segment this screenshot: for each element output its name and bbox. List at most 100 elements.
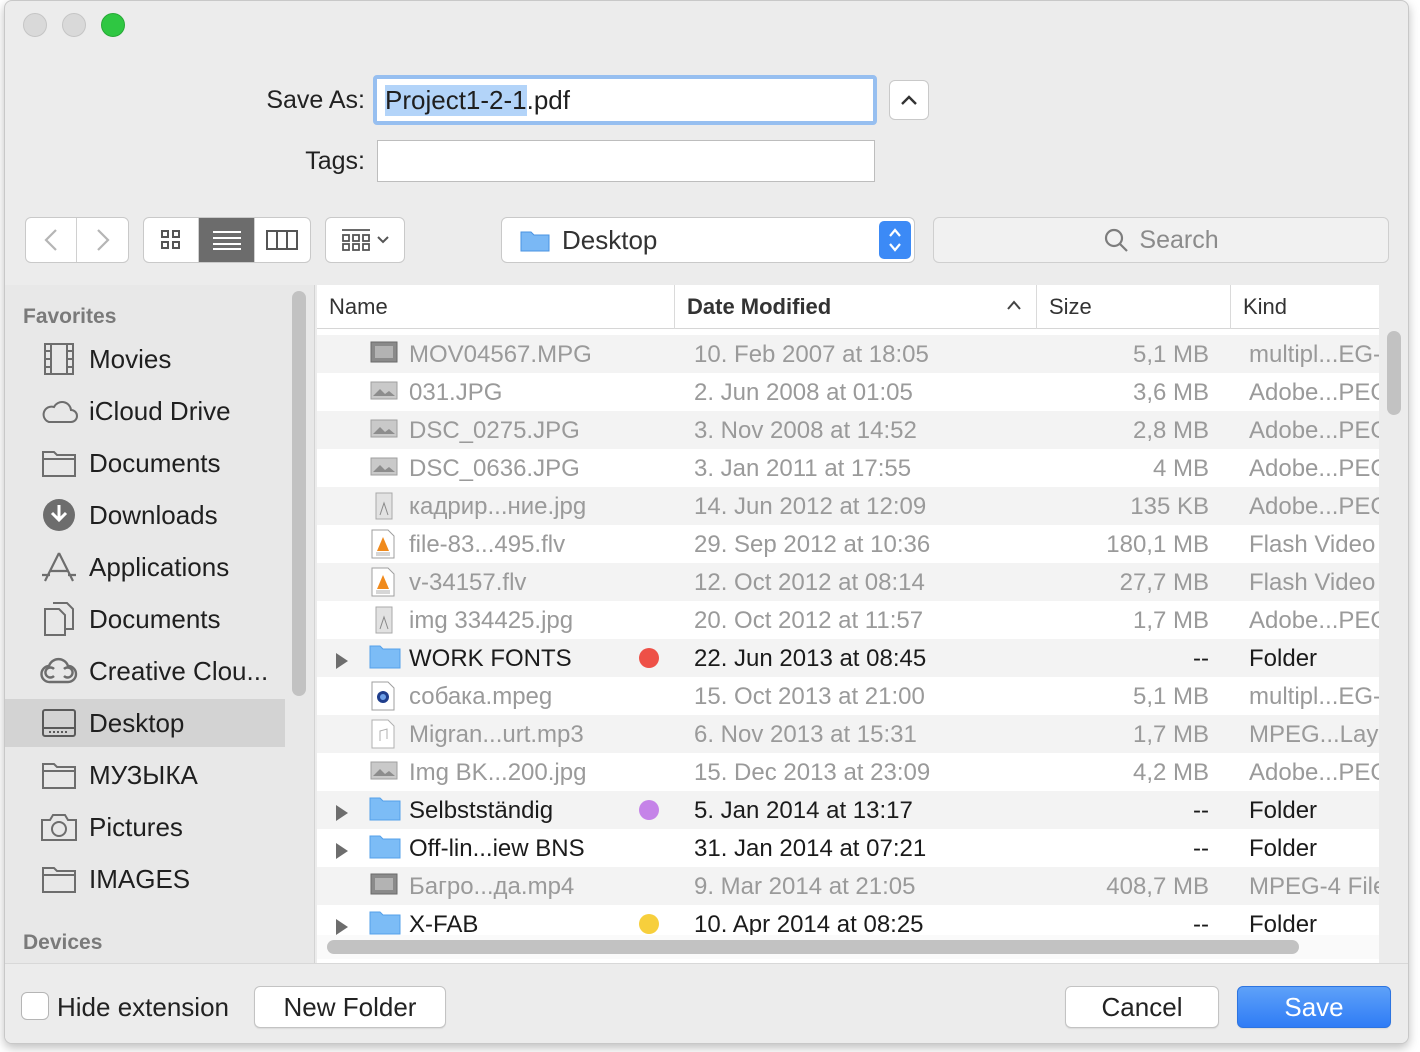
cancel-button[interactable]: Cancel: [1065, 986, 1219, 1028]
image-portrait-file-icon: [369, 491, 401, 521]
file-date-modified: 15. Dec 2013 at 23:09: [694, 759, 931, 786]
file-name: Img BK...200.jpg: [409, 759, 587, 786]
file-name: Off-lin...iew BNS: [409, 835, 585, 862]
file-row[interactable]: собака.mpeg 15. Oct 2013 at 21:00 5,1 MB mu…: [317, 677, 1379, 715]
file-date-modified: 3. Jan 2011 at 17:55: [694, 455, 912, 482]
sidebar-item-images[interactable]: IMAGES: [5, 855, 285, 903]
back-button[interactable]: [26, 218, 78, 262]
tags-row: Tags:: [5, 140, 875, 182]
folder-row[interactable]: Selbstständig 5. Jan 2014 at 13:17 -- Folde…: [317, 791, 1379, 829]
sidebar-item-documents[interactable]: Documents: [5, 439, 285, 487]
file-name: DSC_0275.JPG: [409, 417, 580, 444]
folder-icon: [520, 231, 550, 252]
flv-file-icon: [369, 567, 401, 597]
file-kind: MPEG-4 File: [1249, 873, 1379, 900]
file-row[interactable]: Img BK...200.jpg 15. Dec 2013 at 23:09 4,2…: [317, 753, 1379, 791]
sidebar-item-creative-cloud[interactable]: Creative Clou...: [5, 647, 285, 695]
sidebar-item-icloud-drive[interactable]: iCloud Drive: [5, 387, 285, 435]
folder-icon: [39, 859, 79, 899]
sidebar-item-label: IMAGES: [89, 863, 191, 894]
disclosure-triangle-icon[interactable]: [335, 801, 349, 829]
sidebar-item-movies[interactable]: Movies: [5, 335, 285, 383]
file-row[interactable]: DSC_0636.JPG 3. Jan 2011 at 17:55 4 MB Adob…: [317, 449, 1379, 487]
icon-view-button[interactable]: [144, 218, 200, 262]
file-row[interactable]: v-34157.flv 12. Oct 2012 at 08:14 27,7 MB F…: [317, 563, 1379, 601]
file-row[interactable]: Багро...да.mp4 9. Mar 2014 at 21:05 408,7 …: [317, 867, 1379, 905]
file-date-modified: 29. Sep 2012 at 10:36: [694, 531, 931, 558]
search-field[interactable]: Search: [933, 217, 1389, 263]
minimize-window-button[interactable]: [62, 13, 86, 37]
sidebar-item-desktop[interactable]: Desktop: [5, 699, 285, 747]
location-stepper[interactable]: [879, 221, 911, 259]
zoom-window-button[interactable]: [101, 13, 125, 37]
new-folder-button[interactable]: New Folder: [254, 986, 446, 1028]
tags-field[interactable]: [377, 140, 875, 182]
back-forward-control: [25, 217, 129, 263]
save-button[interactable]: Save: [1237, 986, 1391, 1028]
download-icon: [39, 495, 79, 535]
audio-file-icon: [369, 719, 401, 749]
filename-extension: .pdf: [526, 84, 570, 115]
folder-row[interactable]: WORK FONTS 22. Jun 2013 at 08:45 -- Folder: [317, 639, 1379, 677]
forward-button[interactable]: [77, 218, 128, 262]
file-kind: Adobe...PEG: [1249, 607, 1379, 634]
icon-view-icon: [161, 230, 181, 249]
sidebar-item-applications[interactable]: Applications: [5, 543, 285, 591]
file-row[interactable]: file-83...495.flv 29. Sep 2012 at 10:36 18…: [317, 525, 1379, 563]
sidebar-item-pictures[interactable]: Pictures: [5, 803, 285, 851]
window-controls: [23, 13, 125, 37]
flv-file-icon: [369, 529, 401, 559]
file-kind: multipl...EG-: [1249, 341, 1379, 368]
file-list-vertical-scrollbar[interactable]: [1387, 331, 1401, 415]
column-header-size[interactable]: Size: [1037, 285, 1231, 329]
sidebar-item-label: Pictures: [89, 811, 183, 842]
file-name: Migran...urt.mp3: [409, 721, 584, 748]
file-row[interactable]: DSC_0275.JPG 3. Nov 2008 at 14:52 2,8 MB Ad…: [317, 411, 1379, 449]
file-kind: Folder: [1249, 797, 1318, 824]
filename-field[interactable]: Project1-2-1 .pdf: [373, 75, 877, 125]
file-size: 180,1 MB: [1106, 531, 1209, 558]
file-list: Name Date Modified Size Kind MOV04567.MP…: [317, 285, 1379, 963]
close-window-button[interactable]: [23, 13, 47, 37]
hide-extension-checkbox[interactable]: [21, 992, 49, 1020]
file-kind: multipl...EG-: [1249, 683, 1379, 710]
file-size: 4 MB: [1152, 455, 1209, 482]
column-header-kind[interactable]: Kind: [1231, 285, 1379, 329]
folder-row[interactable]: Off-lin...iew BNS 31. Jan 2014 at 07:21 --…: [317, 829, 1379, 867]
file-row[interactable]: Migran...urt.mp3 6. Nov 2013 at 15:31 1,7 …: [317, 715, 1379, 753]
file-kind: MPEG...Laye: [1249, 721, 1379, 748]
arrange-control[interactable]: [325, 217, 405, 263]
column-view-button[interactable]: [255, 218, 310, 262]
file-list-horizontal-scrollbar[interactable]: [327, 940, 1299, 954]
image-portrait-file-icon: [369, 605, 401, 635]
column-header-name[interactable]: Name: [317, 285, 675, 329]
disclosure-triangle-icon[interactable]: [335, 839, 349, 867]
sidebar-scrollbar[interactable]: [292, 291, 306, 696]
quicktime-file-icon: [369, 681, 401, 711]
list-view-button[interactable]: [199, 218, 255, 262]
dialog-footer: Hide extension New Folder Cancel Save: [5, 963, 1408, 1043]
desktop-icon: [39, 703, 79, 743]
arrange-button[interactable]: [326, 218, 404, 262]
file-kind: Flash Video: [1249, 531, 1376, 558]
film-icon: [39, 339, 79, 379]
collapse-dialog-button[interactable]: [889, 80, 929, 120]
sidebar-item-documents-2[interactable]: Documents: [5, 595, 285, 643]
sidebar-item-label: Applications: [89, 551, 230, 582]
column-header-date-modified[interactable]: Date Modified: [675, 285, 1037, 329]
sort-ascending-icon: [1007, 300, 1021, 310]
sidebar-item-downloads[interactable]: Downloads: [5, 491, 285, 539]
file-row[interactable]: кадрир...ние.jpg 14. Jun 2012 at 12:09 135…: [317, 487, 1379, 525]
sidebar-item-muzyka[interactable]: МУЗЫКА: [5, 751, 285, 799]
arrange-grid-icon: [342, 229, 370, 251]
file-row[interactable]: 031.JPG 2. Jun 2008 at 01:05 3,6 MB Adobe..…: [317, 373, 1379, 411]
disclosure-triangle-icon[interactable]: [335, 649, 349, 677]
file-date-modified: 31. Jan 2014 at 07:21: [694, 835, 927, 862]
hide-extension-label[interactable]: Hide extension: [57, 992, 229, 1023]
location-popup[interactable]: Desktop: [501, 217, 915, 263]
column-header-label: Size: [1049, 294, 1092, 319]
file-row[interactable]: MOV04567.MPG 10. Feb 2007 at 18:05 5,1 MB m…: [317, 335, 1379, 373]
search-placeholder: Search: [1139, 225, 1219, 254]
file-row[interactable]: img 334425.jpg 20. Oct 2012 at 11:57 1,7 M…: [317, 601, 1379, 639]
chevron-right-icon: [96, 229, 110, 251]
